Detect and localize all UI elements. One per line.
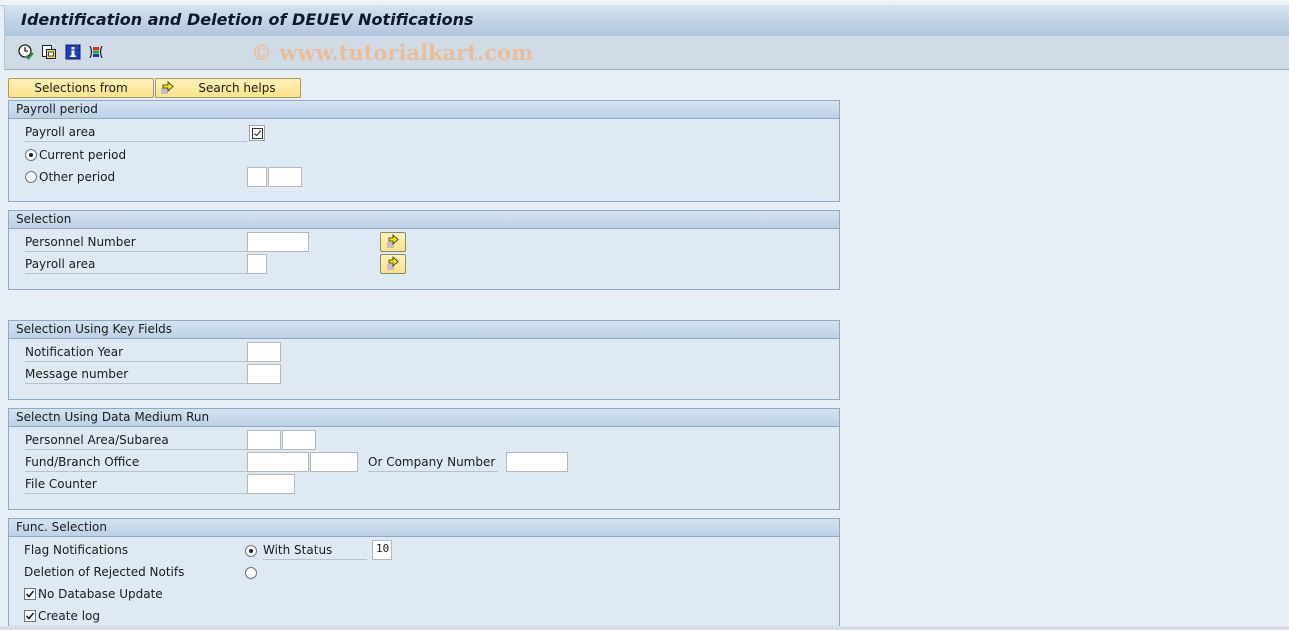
other-period-label: Other period [39, 170, 116, 184]
flag-notifications-radio[interactable] [245, 545, 257, 557]
payroll-area-field[interactable] [247, 254, 267, 274]
personnel-number-multiple-selection-button[interactable] [380, 232, 406, 252]
watermark-text: © www.tutorialkart.com [251, 40, 534, 65]
personnel-number-label: Personnel Number [25, 233, 247, 252]
group-title: Selection Using Key Fields [9, 321, 839, 339]
application-toolbar: © www.tutorialkart.com [4, 36, 1289, 70]
display-layout-icon[interactable] [87, 43, 105, 61]
group-key-fields: Selection Using Key Fields Notification … [8, 320, 840, 400]
group-func-selection: Func. Selection Flag Notifications With … [8, 518, 840, 630]
payroll-area-multiple-selection-button[interactable] [380, 254, 406, 274]
selections-from-label: Selections from [34, 81, 128, 95]
radio-selected-dot [249, 549, 253, 553]
company-number-field[interactable] [506, 452, 568, 472]
group-selection: Selection Personnel Number Payroll area [8, 210, 840, 290]
personnel-subarea-field[interactable] [282, 430, 316, 450]
current-period-label: Current period [39, 148, 127, 162]
get-variant-icon[interactable] [40, 43, 58, 61]
arrow-right-icon [387, 256, 399, 270]
group-data-medium-run: Selectn Using Data Medium Run Personnel … [8, 408, 840, 510]
no-database-update-label: No Database Update [38, 587, 163, 601]
radio-selected-dot [29, 153, 33, 157]
search-helps-label: Search helps [198, 81, 276, 95]
group-title: Selection [9, 211, 839, 229]
create-log-label: Create log [38, 609, 100, 623]
title-bar: Identification and Deletion of DEUEV Not… [4, 5, 1289, 36]
personnel-area-field[interactable] [247, 430, 281, 450]
create-log-checkbox[interactable] [24, 610, 36, 622]
message-number-field[interactable] [247, 364, 281, 384]
branch-office-field[interactable] [310, 452, 358, 472]
status-bar-edge [0, 626, 1289, 630]
group-payroll-period: Payroll period Payroll area Current peri… [8, 100, 840, 202]
payroll-area-label: Payroll area [25, 255, 247, 274]
deletion-rejected-radio[interactable] [245, 567, 257, 579]
other-period-radio[interactable] [25, 171, 37, 183]
checkmark-icon [25, 612, 35, 620]
fund-branch-label: Fund/Branch Office [25, 453, 247, 472]
group-title: Selectn Using Data Medium Run [9, 409, 839, 427]
search-helps-button[interactable]: Search helps [155, 78, 301, 98]
file-counter-field[interactable] [247, 474, 295, 494]
notification-year-label: Notification Year [25, 343, 247, 362]
with-status-label: With Status [263, 541, 367, 560]
payroll-area-label: Payroll area [25, 123, 247, 142]
notification-year-field[interactable] [247, 342, 281, 362]
no-database-update-checkbox[interactable] [24, 588, 36, 600]
current-period-radio[interactable] [25, 149, 37, 161]
checkmark-icon [25, 590, 35, 598]
personnel-number-field[interactable] [247, 232, 309, 252]
execute-icon[interactable] [17, 43, 35, 61]
company-number-label: Or Company Number [368, 453, 498, 472]
group-title: Payroll period [9, 101, 839, 119]
file-counter-label: File Counter [25, 475, 247, 494]
info-icon[interactable] [64, 43, 82, 61]
personnel-area-label: Personnel Area/Subarea [25, 431, 247, 450]
page-title: Identification and Deletion of DEUEV Not… [21, 10, 474, 29]
selections-from-button[interactable]: Selections from [8, 78, 154, 98]
with-status-field[interactable]: 10 [372, 540, 392, 560]
other-period-field-1[interactable] [247, 167, 267, 187]
fund-field[interactable] [247, 452, 309, 472]
group-title: Func. Selection [9, 519, 839, 537]
payroll-area-checkbox[interactable] [249, 125, 265, 141]
deletion-rejected-label: Deletion of Rejected Notifs [24, 565, 185, 579]
flag-notifications-label: Flag Notifications [24, 543, 129, 557]
arrow-right-icon [160, 80, 176, 99]
message-number-label: Message number [25, 365, 247, 384]
arrow-right-icon [387, 234, 399, 248]
other-period-field-2[interactable] [268, 167, 302, 187]
